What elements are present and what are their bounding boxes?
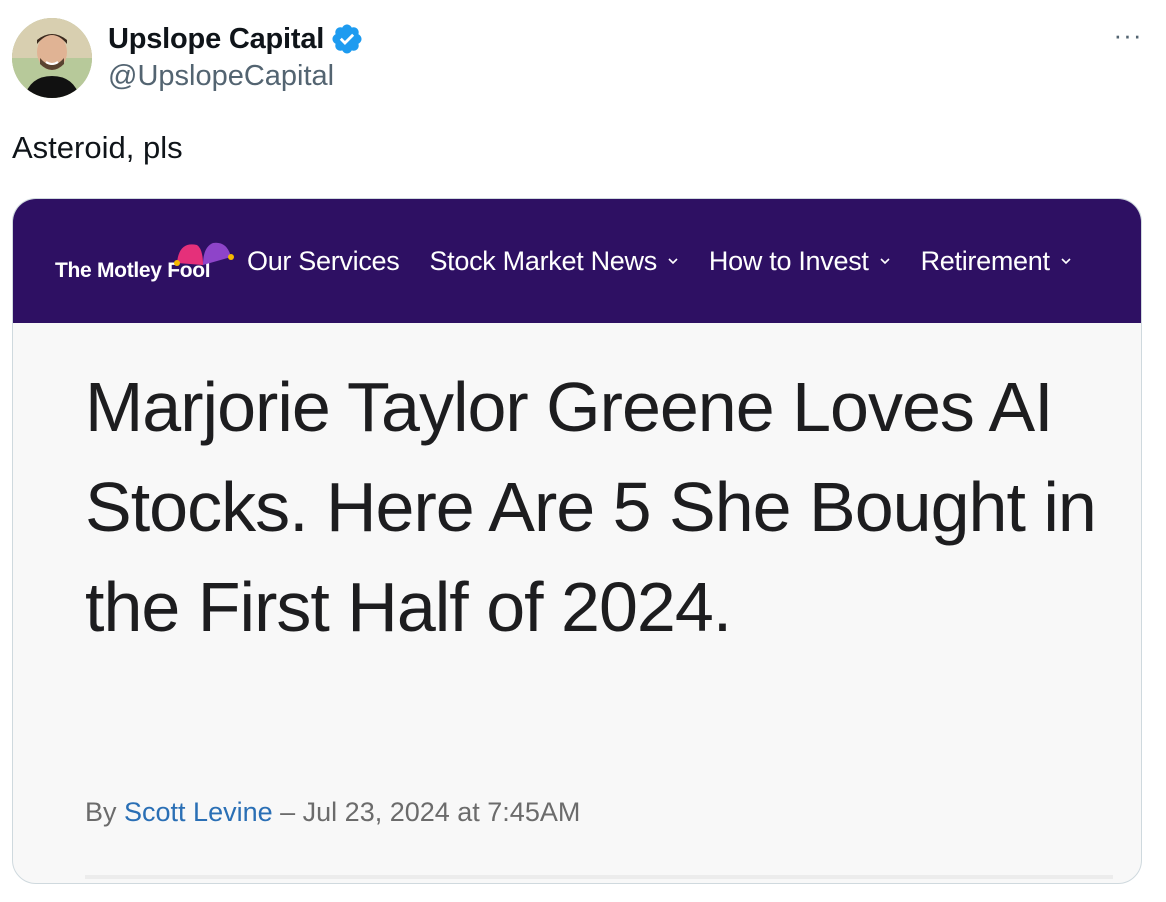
- nav-item-our-services[interactable]: Our Services: [247, 245, 400, 277]
- nav-item-label: Our Services: [247, 245, 400, 276]
- tweet-author: Upslope Capital @UpslopeCapital: [108, 20, 364, 93]
- chevron-down-icon: [1061, 258, 1071, 265]
- avatar-image: [12, 18, 92, 98]
- chevron-down-icon: [880, 258, 890, 265]
- author-link[interactable]: Scott Levine: [124, 797, 273, 827]
- nav-item-label: Stock Market News: [429, 245, 657, 276]
- nav-item-label: How to Invest: [708, 245, 869, 276]
- nav-item-stock-market-news[interactable]: Stock Market News: [429, 246, 678, 277]
- handle[interactable]: @UpslopeCapital: [108, 60, 364, 93]
- more-options-icon[interactable]: ···: [1108, 20, 1148, 50]
- tweet-media-image[interactable]: The Motley Fool Our Services Stock Marke…: [12, 198, 1142, 884]
- divider: [85, 875, 1113, 879]
- tweet-text: Asteroid, pls: [12, 130, 183, 165]
- article-byline: By Scott Levine – Jul 23, 2024 at 7:45AM: [85, 797, 580, 828]
- site-logo[interactable]: The Motley Fool: [55, 235, 245, 295]
- tweet: Upslope Capital @UpslopeCapital ··· Aste…: [0, 0, 1166, 902]
- byline-prefix: By: [85, 797, 117, 827]
- jester-hat-icon: [174, 242, 234, 266]
- nav-item-how-to-invest[interactable]: How to Invest: [709, 246, 891, 277]
- site-nav-bar: The Motley Fool Our Services Stock Marke…: [13, 199, 1141, 323]
- name-row: Upslope Capital: [108, 20, 364, 58]
- verified-badge-icon: [330, 22, 364, 56]
- nav-item-label: Retirement: [920, 245, 1050, 276]
- avatar[interactable]: [12, 18, 92, 98]
- display-name[interactable]: Upslope Capital: [108, 23, 324, 56]
- article-headline: Marjorie Taylor Greene Loves AI Stocks. …: [85, 368, 1097, 646]
- site-nav-items: Our Services Stock Market News How to In…: [247, 199, 1102, 323]
- nav-item-retirement[interactable]: Retirement: [921, 246, 1072, 277]
- byline-date: – Jul 23, 2024 at 7:45AM: [280, 797, 581, 827]
- chevron-down-icon: [668, 258, 678, 265]
